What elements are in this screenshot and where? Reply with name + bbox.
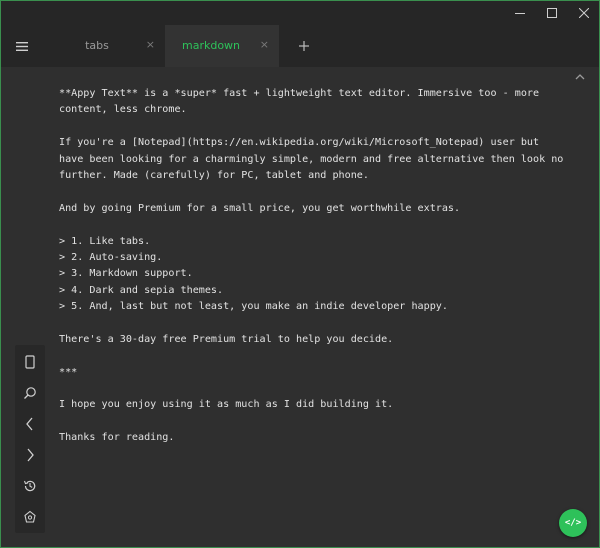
text-line: *** bbox=[59, 366, 78, 378]
text-line: I hope you enjoy using it as much as I d… bbox=[59, 399, 394, 411]
maximize-button[interactable] bbox=[535, 1, 569, 25]
chevron-left-icon bbox=[26, 417, 33, 431]
tab-bar: tabs × markdown × bbox=[1, 25, 599, 67]
text-line: have been looking for a charmingly simpl… bbox=[59, 153, 564, 165]
document-text[interactable]: **Appy Text** is a *super* fast + lightw… bbox=[59, 86, 564, 447]
app-window: tabs × markdown × **Appy Text** is a *su… bbox=[0, 0, 600, 548]
tab-close-button[interactable]: × bbox=[260, 38, 269, 51]
text-line: There's a 30-day free Premium trial to h… bbox=[59, 333, 394, 345]
text-line bbox=[59, 348, 559, 364]
chevron-up-icon bbox=[575, 73, 585, 79]
tab-tabs[interactable]: tabs × bbox=[51, 25, 165, 67]
text-line: > 1. Like tabs. bbox=[59, 235, 151, 247]
tab-label: markdown bbox=[181, 39, 241, 52]
previous-button[interactable] bbox=[15, 409, 45, 439]
editor-area[interactable]: **Appy Text** is a *super* fast + lightw… bbox=[1, 67, 599, 547]
tab-label: tabs bbox=[85, 39, 109, 52]
maximize-icon bbox=[547, 8, 557, 18]
theme-icon bbox=[24, 510, 36, 523]
search-icon bbox=[24, 387, 36, 399]
add-tab-button[interactable] bbox=[293, 35, 315, 57]
menu-button[interactable] bbox=[9, 33, 35, 59]
text-line: > 4. Dark and sepia themes. bbox=[59, 284, 224, 296]
scroll-up-button[interactable] bbox=[571, 67, 589, 85]
document-button[interactable] bbox=[15, 347, 45, 377]
text-line: And by going Premium for a small price, … bbox=[59, 202, 461, 214]
search-button[interactable] bbox=[15, 378, 45, 408]
text-line: content, less chrome. bbox=[59, 104, 187, 116]
history-button[interactable] bbox=[15, 471, 45, 501]
text-line bbox=[59, 315, 559, 331]
side-toolbar bbox=[15, 345, 45, 533]
tab-markdown[interactable]: markdown × bbox=[165, 25, 279, 67]
text-line bbox=[59, 119, 559, 135]
text-line: Thanks for reading. bbox=[59, 432, 175, 444]
close-button[interactable] bbox=[567, 1, 599, 25]
hamburger-icon bbox=[16, 41, 28, 51]
document-icon bbox=[25, 355, 35, 369]
history-icon bbox=[23, 480, 36, 492]
tab-close-button[interactable]: × bbox=[146, 38, 155, 51]
minimize-button[interactable] bbox=[503, 1, 537, 25]
text-line bbox=[59, 184, 559, 200]
plus-icon bbox=[299, 41, 309, 51]
text-line bbox=[59, 414, 559, 430]
markdown-preview-button[interactable]: </> bbox=[559, 509, 587, 537]
text-line: further. Made (carefully) for PC, tablet… bbox=[59, 169, 369, 181]
chevron-right-icon bbox=[27, 448, 34, 462]
text-line: If you're a [Notepad](https://en.wikiped… bbox=[59, 137, 540, 149]
text-line bbox=[59, 381, 559, 397]
title-bar[interactable] bbox=[1, 1, 599, 25]
text-line: > 3. Markdown support. bbox=[59, 268, 193, 280]
text-line: **Appy Text** is a *super* fast + lightw… bbox=[59, 88, 540, 99]
minimize-icon bbox=[515, 13, 525, 14]
theme-button[interactable] bbox=[15, 502, 45, 532]
text-line: > 2. Auto-saving. bbox=[59, 251, 163, 263]
text-line: > 5. And, last but not least, you make a… bbox=[59, 301, 448, 313]
text-line bbox=[59, 217, 559, 233]
next-button[interactable] bbox=[15, 440, 45, 470]
close-icon bbox=[579, 8, 589, 18]
